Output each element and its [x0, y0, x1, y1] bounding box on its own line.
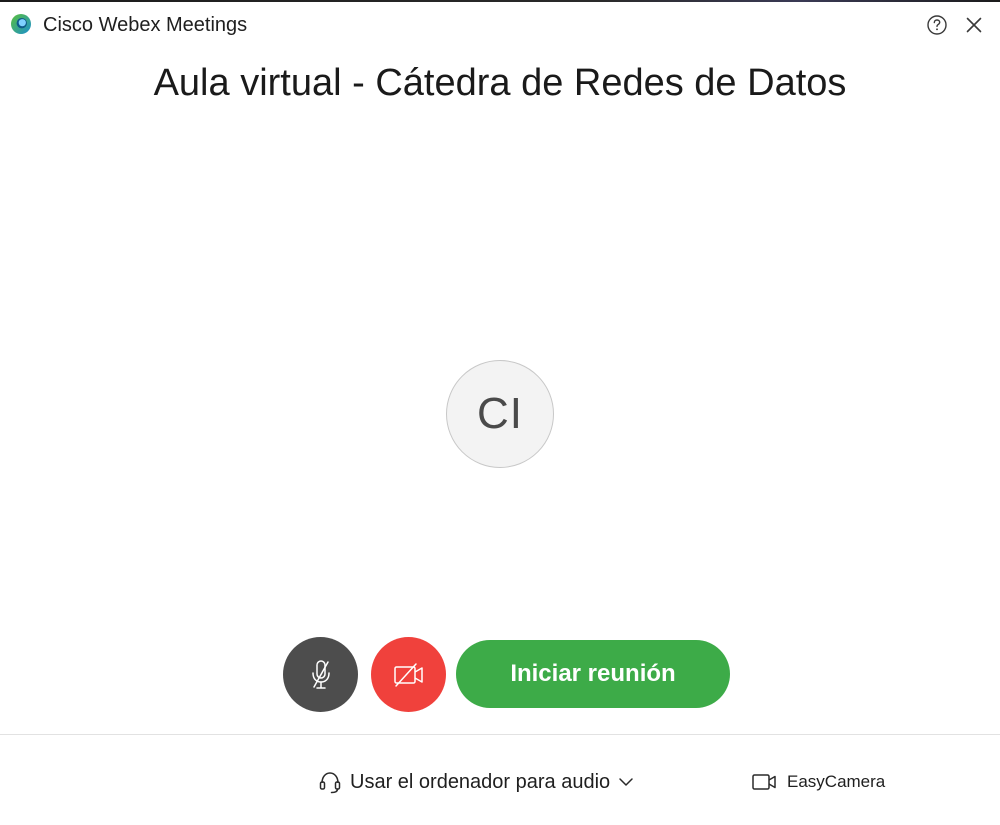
footer-divider — [0, 734, 1000, 735]
camera-name-label: EasyCamera — [787, 772, 886, 791]
webex-logo-icon — [11, 14, 31, 34]
app-title: Cisco Webex Meetings — [43, 14, 248, 36]
audio-connection-dropdown[interactable]: Usar el ordenador para audio — [318, 768, 634, 796]
mute-button[interactable] — [283, 637, 358, 712]
user-avatar: CI — [446, 360, 554, 468]
titlebar: Cisco Webex Meetings — [0, 2, 1000, 48]
meeting-title: Aula virtual - Cátedra de Redes de Datos — [153, 62, 847, 104]
headset-icon — [319, 772, 341, 794]
camera-icon — [752, 774, 776, 790]
chevron-down-icon — [618, 777, 634, 787]
microphone-muted-icon — [311, 659, 330, 689]
video-off-icon — [393, 662, 423, 687]
camera-selector[interactable]: EasyCamera — [751, 770, 885, 794]
start-meeting-button[interactable]: Iniciar reunión — [456, 640, 730, 708]
help-icon[interactable] — [926, 14, 948, 36]
stop-video-button[interactable] — [371, 637, 446, 712]
webex-preview-window: Cisco Webex Meetings Aula virtual - Cáte… — [0, 0, 1000, 825]
audio-option-label: Usar el ordenador para audio — [350, 770, 611, 793]
close-icon[interactable] — [963, 14, 985, 36]
